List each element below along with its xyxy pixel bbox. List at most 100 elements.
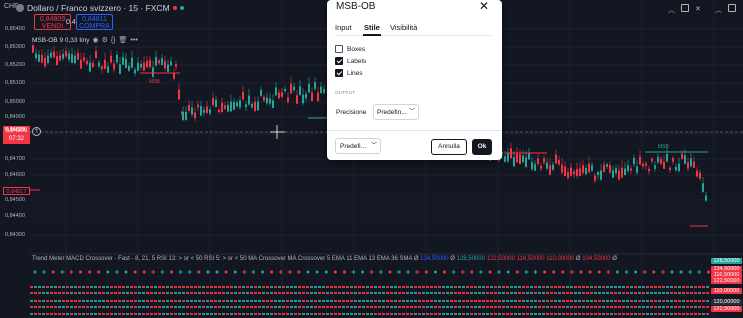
trend-bar-cell <box>422 292 425 294</box>
tab-style[interactable]: Stile <box>364 23 380 32</box>
trend-bar-cell <box>658 306 661 308</box>
precision-select[interactable]: Predefin... ﹀ <box>373 104 419 120</box>
cancel-button[interactable]: Annulla <box>431 139 467 155</box>
trend-bar-cell <box>642 313 645 315</box>
trend-bar-cell <box>58 313 61 315</box>
trend-bar-cell <box>614 286 617 288</box>
trend-bar-cell <box>38 313 41 315</box>
trend-bar-cell <box>278 313 281 315</box>
trend-bar-cell <box>558 313 561 315</box>
trend-bar-cell <box>82 313 85 315</box>
trend-bar-cell <box>666 313 669 315</box>
trend-bar-cell <box>194 292 197 294</box>
indicator-legend[interactable]: MSB-OB 9 0,33 tiny ◉ ⚙ {} 🗑 ••• <box>32 35 140 45</box>
trend-bar-cell <box>610 306 613 308</box>
trend-bar-cell <box>442 286 445 288</box>
candle-body <box>663 161 665 169</box>
close-icon-dialog[interactable]: ✕ <box>479 0 489 13</box>
trend-bar-cell <box>674 292 677 294</box>
trend-bar-cell <box>254 313 257 315</box>
trend-bar-cell <box>162 292 165 294</box>
candle-body <box>308 83 310 93</box>
candle-body <box>263 96 265 101</box>
trend-bar-cell <box>538 306 541 308</box>
lines-checkbox[interactable] <box>335 69 343 77</box>
maximize-icon[interactable] <box>681 4 689 12</box>
trend-bar-cell <box>650 306 653 308</box>
symbol-header[interactable]: Dollaro / Franco svizzero · 15 · FXCM <box>16 2 184 14</box>
defaults-select[interactable]: Predefi... ﹀ <box>335 138 381 154</box>
symbol-flag-icon <box>16 4 24 12</box>
trend-bar-cell <box>54 306 57 308</box>
candle-body <box>254 101 256 112</box>
trend-bar-cell <box>678 286 681 288</box>
chevron-up-icon-2[interactable]: ︿ <box>715 5 722 15</box>
trend-bar-cell <box>538 300 541 302</box>
trend-bar-cell <box>326 300 329 302</box>
trend-bar-cell <box>182 306 185 308</box>
tab-visibility[interactable]: Visibilità <box>390 23 417 32</box>
maximize-icon-2[interactable] <box>728 4 736 12</box>
trend-bar-cell <box>358 313 361 315</box>
delete-icon[interactable]: 🗑 <box>119 36 128 44</box>
trend-bar-cell <box>702 286 705 288</box>
more-icon[interactable]: ••• <box>130 37 137 44</box>
trend-bar-cell <box>354 286 357 288</box>
trend-bar-cell <box>686 313 689 315</box>
chevron-up-icon[interactable]: ︿ <box>668 5 675 15</box>
trend-bar-cell <box>166 300 169 302</box>
labels-label: Labels <box>347 58 367 65</box>
boxes-checkbox[interactable] <box>335 45 343 53</box>
trend-bar-cell <box>150 306 153 308</box>
candle-body <box>546 162 548 169</box>
trend-bar-cell <box>374 313 377 315</box>
candle-body <box>687 162 689 169</box>
chevron-down-icon-2: ﹀ <box>370 143 377 149</box>
buy-button[interactable]: 0,84811 COMPRA <box>76 14 113 30</box>
trend-bar-cell <box>290 292 293 294</box>
trend-bar-cell <box>702 292 705 294</box>
trend-bar-cell <box>66 292 69 294</box>
source-code-icon[interactable]: {} <box>111 37 116 44</box>
trend-bar-cell <box>242 306 245 308</box>
trend-bar-cell <box>94 300 97 302</box>
add-alert-button[interactable]: + <box>32 127 41 136</box>
candle-body <box>654 165 656 169</box>
trend-bar-cell <box>230 300 233 302</box>
trend-bar-cell <box>678 292 681 294</box>
trend-bar-cell <box>438 286 441 288</box>
trend-bar-cell <box>494 306 497 308</box>
trend-bar-cell <box>518 306 521 308</box>
trend-bar-cell <box>442 300 445 302</box>
trend-bar-cell <box>594 286 597 288</box>
trend-value-label: 122,50000 <box>711 306 742 312</box>
candle-body <box>618 170 620 180</box>
candle-body <box>305 93 307 99</box>
trend-bar-cell <box>106 286 109 288</box>
trend-bar-cell <box>570 306 573 308</box>
tab-input[interactable]: Input <box>335 23 352 32</box>
trend-bar-cell <box>482 286 485 288</box>
trend-bar-cell <box>610 313 613 315</box>
trend-bar-cell <box>134 300 137 302</box>
settings-icon[interactable]: ⚙ <box>102 36 108 44</box>
candle-body <box>227 104 229 112</box>
trend-bar-cell <box>686 300 689 302</box>
trend-bar-cell <box>126 286 129 288</box>
ok-button[interactable]: Ok <box>472 139 492 155</box>
trend-bar-cell <box>590 313 593 315</box>
trend-bar-cell <box>234 313 237 315</box>
close-icon[interactable]: ✕ <box>695 5 701 13</box>
trend-bar-cell <box>566 313 569 315</box>
trend-bar-cell <box>626 300 629 302</box>
candle-body <box>269 98 271 104</box>
eye-icon[interactable]: ◉ <box>92 36 98 44</box>
trend-bar-cell <box>30 292 33 294</box>
trend-bar-cell <box>642 300 645 302</box>
labels-checkbox[interactable] <box>335 57 343 65</box>
trend-bar-cell <box>562 313 565 315</box>
candle-body <box>104 59 106 70</box>
trend-bar-cell <box>614 313 617 315</box>
trend-meter-legend[interactable]: Trend Meter MACD Crossover - Fast - 8, 2… <box>32 256 617 262</box>
msb-label-left: MSB <box>149 79 161 85</box>
